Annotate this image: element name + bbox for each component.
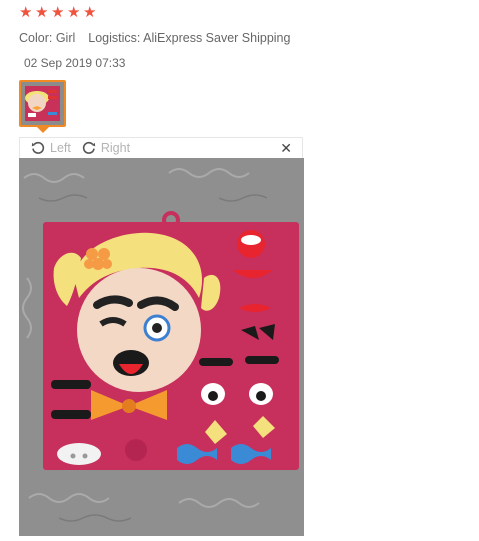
rotate-right-icon <box>82 141 96 154</box>
star-icon: ★ <box>35 4 49 21</box>
review-date: 02 Sep 2019 07:33 <box>24 56 126 70</box>
rotate-right-label: Right <box>100 141 131 155</box>
close-icon[interactable]: ✕ <box>280 140 292 157</box>
thumbnail-image <box>21 82 64 125</box>
rotate-right-button[interactable]: Right <box>81 140 130 156</box>
review-photo <box>19 158 304 536</box>
star-icon: ★ <box>51 4 65 21</box>
review-meta: Color: Girl Logistics: AliExpress Saver S… <box>19 31 290 45</box>
felt-face-board-image <box>19 158 304 536</box>
rotate-left-button[interactable]: Left <box>30 140 71 156</box>
review-photo-thumbnail[interactable] <box>19 80 66 127</box>
star-icon: ★ <box>67 4 81 21</box>
star-icon: ★ <box>19 4 33 21</box>
rotate-left-label: Left <box>50 141 71 155</box>
rotate-left-icon <box>31 141 45 154</box>
thumbnail-caret-icon <box>37 127 49 133</box>
color-label: Color: Girl <box>19 31 76 45</box>
logistics-label: Logistics: AliExpress Saver Shipping <box>88 31 291 45</box>
rating-stars: ★ ★ ★ ★ ★ <box>19 4 97 22</box>
star-icon: ★ <box>83 4 97 21</box>
image-viewer-toolbar: Left Right ✕ <box>19 137 303 158</box>
